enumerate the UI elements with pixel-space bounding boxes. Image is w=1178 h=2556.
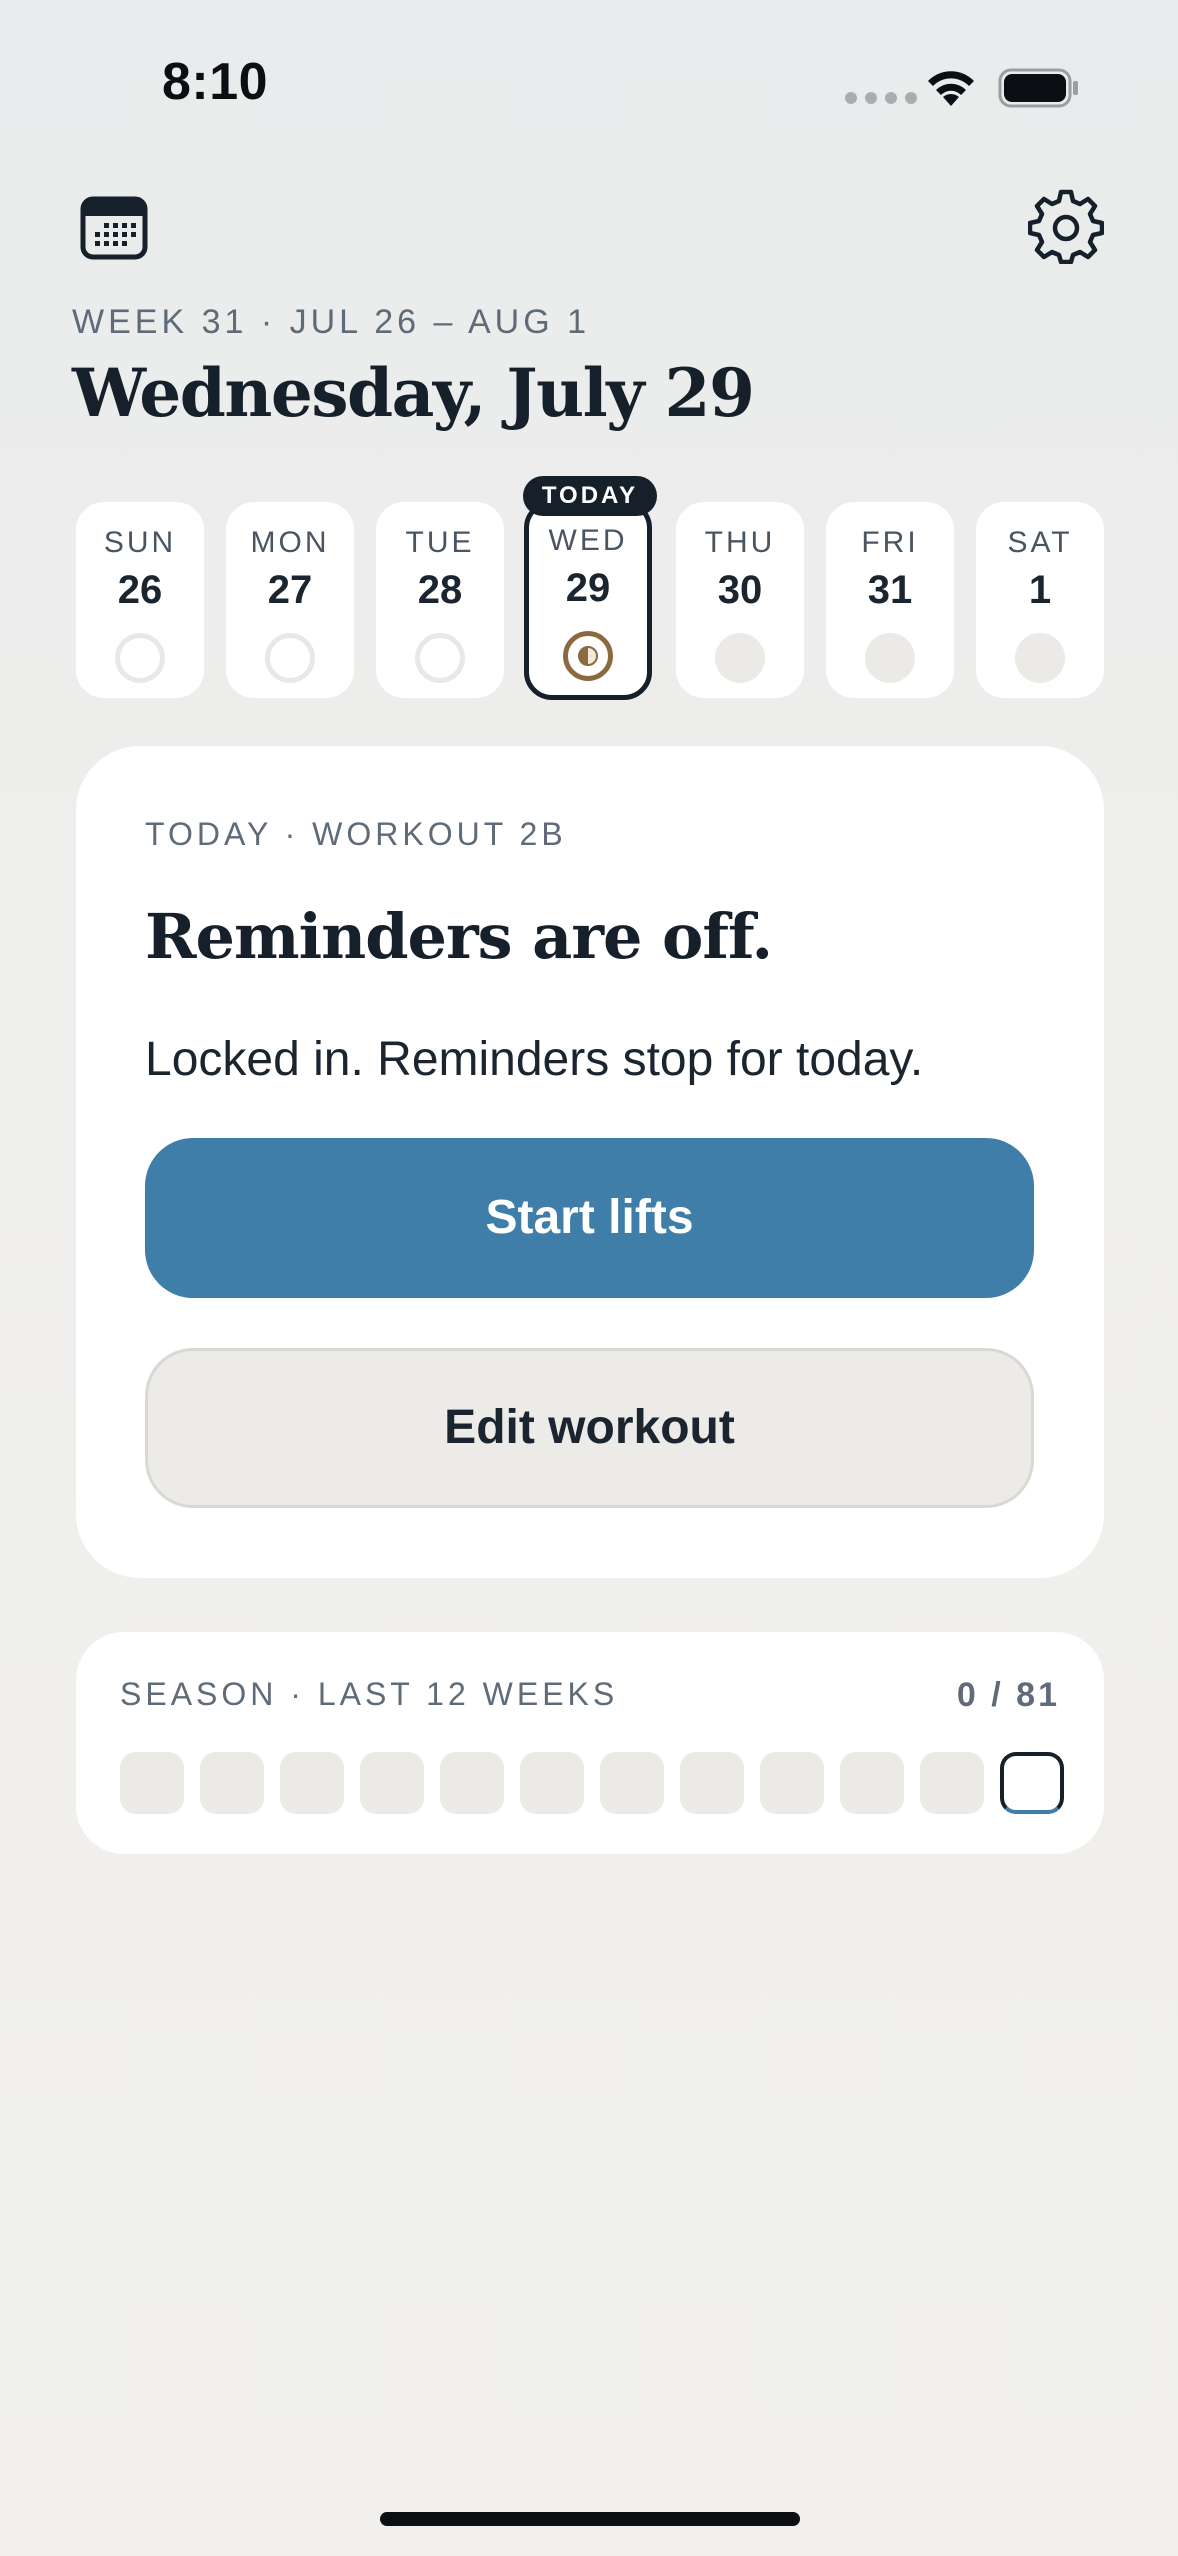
season-week-cell	[680, 1752, 744, 1814]
season-label: SEASON · LAST 12 WEEKS	[120, 1676, 619, 1712]
day-tue[interactable]: TUE 28	[376, 502, 504, 698]
season-week-cell-current	[1000, 1752, 1064, 1814]
season-week-cell	[360, 1752, 424, 1814]
day-name: THU	[704, 526, 776, 559]
card-subtitle: Locked in. Reminders stop for today.	[145, 1033, 924, 1086]
cellular-signal-icon	[845, 92, 917, 104]
day-status-empty-ring-icon	[415, 633, 465, 683]
season-week-cell	[920, 1752, 984, 1814]
day-status-in-progress-icon	[563, 631, 613, 681]
day-name: MON	[250, 526, 330, 559]
day-name: TUE	[405, 526, 475, 559]
day-number: 27	[267, 568, 313, 612]
season-week-cell	[600, 1752, 664, 1814]
day-number: 28	[417, 568, 463, 612]
day-number: 26	[117, 568, 163, 612]
day-status-future-icon	[715, 633, 765, 683]
wifi-icon	[928, 71, 974, 106]
page-title: Wednesday, July 29	[72, 354, 755, 432]
season-week-cell	[200, 1752, 264, 1814]
day-status-empty-ring-icon	[265, 633, 315, 683]
day-wed-today[interactable]: WED 29	[524, 500, 652, 700]
day-sun[interactable]: SUN 26	[76, 502, 204, 698]
day-status-future-icon	[865, 633, 915, 683]
season-week-cell	[840, 1752, 904, 1814]
home-indicator[interactable]	[380, 2512, 800, 2526]
card-eyebrow: TODAY · WORKOUT 2B	[145, 816, 567, 852]
day-number: 30	[717, 568, 763, 612]
season-weeks-grid	[120, 1752, 1064, 1814]
battery-icon	[998, 68, 1078, 108]
day-name: FRI	[861, 526, 919, 559]
season-week-cell	[760, 1752, 824, 1814]
season-count: 0 / 81	[956, 1676, 1060, 1714]
season-card[interactable]	[76, 1632, 1104, 1854]
day-number: 31	[867, 568, 913, 612]
season-week-cell	[520, 1752, 584, 1814]
day-number: 29	[565, 566, 611, 610]
day-name: SAT	[1007, 526, 1073, 559]
day-number: 1	[1028, 568, 1052, 612]
edit-workout-button[interactable]: Edit workout	[145, 1348, 1034, 1508]
season-week-cell	[440, 1752, 504, 1814]
day-thu[interactable]: THU 30	[676, 502, 804, 698]
season-week-cell	[280, 1752, 344, 1814]
week-range-label: WEEK 31 · JUL 26 – AUG 1	[72, 303, 591, 341]
day-status-empty-ring-icon	[115, 633, 165, 683]
calendar-icon[interactable]	[80, 196, 148, 260]
status-time: 8:10	[162, 53, 269, 111]
day-mon[interactable]: MON 27	[226, 502, 354, 698]
season-week-cell	[120, 1752, 184, 1814]
day-sat[interactable]: SAT 1	[976, 502, 1104, 698]
day-name: SUN	[103, 526, 177, 559]
day-status-future-icon	[1015, 633, 1065, 683]
day-name: WED	[548, 524, 628, 557]
day-fri[interactable]: FRI 31	[826, 502, 954, 698]
today-badge: TODAY	[523, 476, 657, 516]
gear-icon[interactable]	[1028, 188, 1104, 264]
start-lifts-button[interactable]: Start lifts	[145, 1138, 1034, 1298]
card-title: Reminders are off.	[145, 900, 773, 973]
